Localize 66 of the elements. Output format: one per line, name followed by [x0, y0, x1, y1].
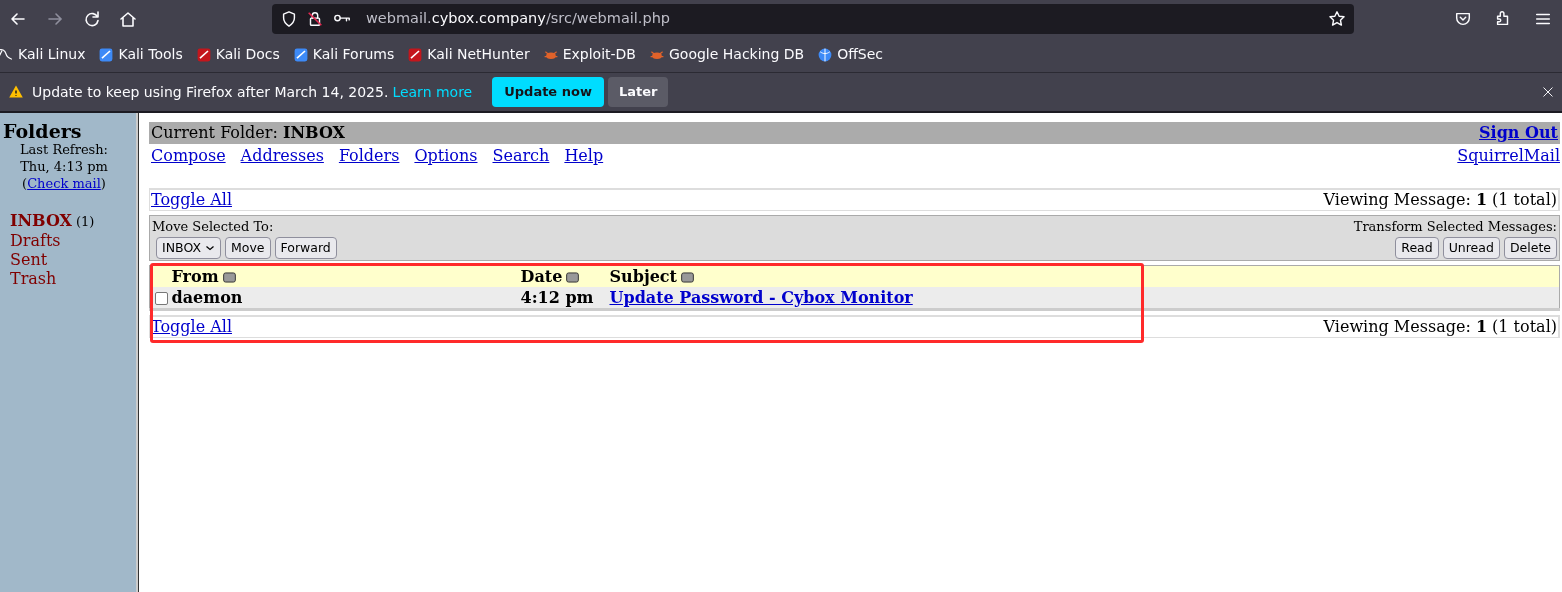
transform-button[interactable]: Read	[1395, 236, 1439, 260]
menu-link[interactable]: Folders	[338, 144, 400, 168]
sort-icon[interactable]	[681, 272, 694, 284]
sort-icon[interactable]	[566, 272, 580, 284]
close-icon[interactable]	[1542, 86, 1554, 98]
bookmark-icon	[98, 46, 115, 63]
notification-text: Update to keep using Firefox after March 14, 2025.	[32, 82, 389, 102]
paren-text: )	[100, 175, 106, 191]
current-folder-text: Current Folder: INBOX	[151, 122, 345, 144]
bookmark-item[interactable]: Exploit-DB	[542, 44, 636, 65]
menu-link[interactable]: Options	[414, 144, 478, 168]
bookmark-icon	[195, 46, 212, 63]
move-label: Move Selected To:	[152, 218, 275, 236]
bookmark-item[interactable]: Kali NetHunter	[407, 44, 530, 65]
message-checkbox[interactable]	[155, 292, 168, 306]
reload-icon[interactable]	[82, 8, 102, 29]
insecure-lock-icon	[306, 9, 324, 28]
transform-label: Transform Selected Messages:	[1353, 218, 1557, 236]
check-mail-link[interactable]: Check mail	[27, 175, 101, 191]
warning-icon	[8, 84, 24, 100]
folder-link[interactable]: Trash	[10, 268, 57, 288]
menu-link[interactable]: Search	[492, 144, 550, 168]
column-header[interactable]: From	[171, 267, 219, 287]
move-button[interactable]: Forward	[274, 236, 337, 260]
folder-count: (1)	[76, 213, 95, 229]
refresh-label: Last Refresh:	[18, 141, 109, 159]
bookmark-icon	[407, 46, 424, 63]
date-text: 4:12 pm	[520, 288, 594, 308]
folder-link[interactable]: Sent	[10, 249, 48, 269]
later-button[interactable]: Later	[607, 77, 669, 107]
update-now-button[interactable]: Update now	[492, 77, 604, 107]
transform-button[interactable]: Unread	[1442, 236, 1500, 260]
transform-button[interactable]: Delete	[1503, 236, 1557, 260]
message-row[interactable]: daemon 4:12 pm Update Password - Cybox Monitor	[149, 287, 1560, 310]
toggle-all-link[interactable]: Toggle All	[151, 315, 232, 340]
learn-more-link[interactable]: Learn more	[392, 81, 473, 103]
bookmark-item[interactable]: Kali Docs	[195, 44, 280, 65]
bookmark-item[interactable]: Kali Tools	[98, 44, 183, 65]
bookmark-item[interactable]: OffSec	[817, 44, 884, 65]
menu-link[interactable]: Compose	[151, 144, 226, 168]
sign-out-link[interactable]: Sign Out	[1479, 121, 1558, 145]
move-button[interactable]: Move	[225, 236, 271, 260]
bookmark-item[interactable]: Kali Forums	[292, 44, 395, 65]
globe-icon	[817, 46, 834, 63]
menu-link[interactable]: Addresses	[240, 144, 324, 168]
squirrelmail-link[interactable]: SquirrelMail	[1457, 144, 1560, 168]
column-header[interactable]: Date	[520, 267, 563, 287]
star-icon[interactable]	[1328, 9, 1346, 28]
viewing-status: Viewing Message: 1 (1 total)	[1323, 189, 1557, 211]
toggle-all-link[interactable]: Toggle All	[151, 188, 232, 212]
folder-link[interactable]: Drafts	[10, 230, 61, 250]
column-header[interactable]: Subject	[609, 267, 677, 287]
viewing-status: Viewing Message: 1 (1 total)	[1323, 316, 1557, 339]
menu-link[interactable]: Help	[564, 144, 604, 168]
shield-icon	[280, 9, 298, 28]
subject-link[interactable]: Update Password - Cybox Monitor	[609, 288, 913, 308]
refresh-time: Thu, 4:13 pm	[19, 158, 109, 176]
sidebar-title: Folders	[2, 121, 83, 142]
sort-icon[interactable]	[222, 272, 236, 284]
bookmark-icon	[292, 46, 309, 63]
bookmark-item[interactable]: Google Hacking DB	[649, 44, 805, 65]
paren-text: (	[22, 175, 28, 191]
sender-text: daemon	[171, 288, 243, 308]
bookmark-item[interactable]: Kali Linux	[0, 44, 86, 65]
folder-select[interactable]: INBOX	[156, 236, 221, 260]
folder-link[interactable]: INBOX	[10, 210, 72, 230]
